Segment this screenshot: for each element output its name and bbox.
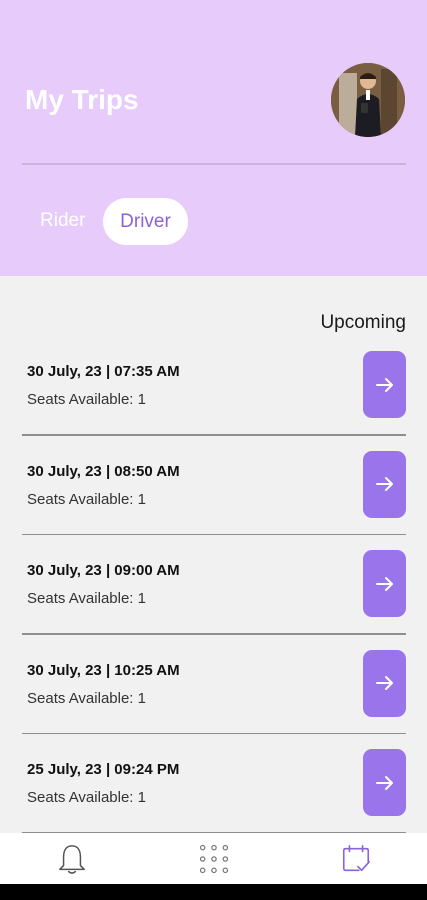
list-item: 30 July, 23 | 07:35 AM Seats Available: … [0,336,427,436]
trip-open-button[interactable] [363,550,406,617]
trip-seats: Seats Available: 1 [27,391,146,408]
toggle-driver[interactable]: Driver [103,198,188,245]
trip-datetime: 30 July, 23 | 08:50 AM [27,462,180,480]
trip-datetime: 25 July, 23 | 09:24 PM [27,761,180,778]
section-label-upcoming: Upcoming [320,312,406,333]
avatar[interactable] [331,63,405,137]
trip-open-button[interactable] [363,351,406,418]
arrow-right-icon [375,477,393,491]
page-title: My Trips [25,84,139,115]
list-item: 30 July, 23 | 10:25 AM Seats Available: … [0,635,427,734]
list-item: 25 July, 23 | 09:24 PM Seats Available: … [0,734,427,834]
trip-open-button[interactable] [363,649,406,717]
trip-seats: Seats Available: 1 [27,490,146,508]
trip-list: 30 July, 23 | 07:35 AM Seats Available: … [0,336,427,834]
bell-icon [59,845,85,874]
arrow-right-icon [375,576,393,591]
grid-dots-icon [199,844,229,874]
toggle-rider[interactable]: Rider [40,210,85,232]
header: My Trips Rider Driver [0,0,427,276]
arrow-right-icon [375,377,393,392]
trip-seats: Seats Available: 1 [27,689,146,707]
calendar-check-icon [342,845,370,872]
trip-datetime: 30 July, 23 | 07:35 AM [27,363,180,380]
trip-datetime: 30 July, 23 | 10:25 AM [27,661,180,679]
list-item: 30 July, 23 | 09:00 AM Seats Available: … [0,535,427,635]
system-navigation-bar [0,884,427,900]
header-divider [22,163,406,165]
arrow-right-icon [375,676,393,690]
arrow-right-icon [375,775,393,790]
list-item: 30 July, 23 | 08:50 AM Seats Available: … [0,436,427,535]
nav-apps[interactable] [196,841,232,877]
user-avatar-photo-icon [331,63,405,137]
trip-seats: Seats Available: 1 [27,789,146,806]
nav-trips[interactable] [338,841,374,877]
trip-seats: Seats Available: 1 [27,590,146,607]
trip-open-button[interactable] [363,450,406,518]
trip-datetime: 30 July, 23 | 09:00 AM [27,562,180,579]
trip-open-button[interactable] [363,749,406,816]
bottom-nav [0,833,427,884]
nav-notifications[interactable] [54,841,90,877]
